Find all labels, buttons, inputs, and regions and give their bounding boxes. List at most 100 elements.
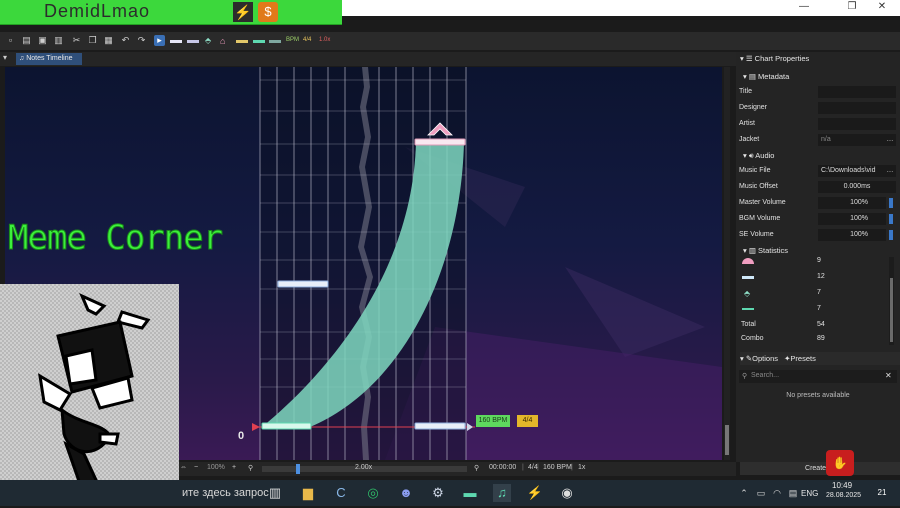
clear-search-icon[interactable]: ✕ xyxy=(885,371,892,380)
tap-note[interactable] xyxy=(277,280,329,288)
meter-tool[interactable]: 4/4 xyxy=(303,37,311,43)
hold-note-icon: ⬘ xyxy=(744,289,751,298)
designer-field[interactable] xyxy=(818,102,896,114)
metadata-label: Metadata xyxy=(758,72,790,81)
tap-note[interactable] xyxy=(414,422,466,430)
jacket-field[interactable]: n/a xyxy=(818,134,885,146)
maximize-button[interactable]: ❐ xyxy=(838,0,866,14)
hold-count: 7 xyxy=(817,289,821,296)
task-view-icon[interactable]: ▥ xyxy=(266,484,284,502)
notification-center[interactable]: 21 xyxy=(873,484,891,502)
file-explorer-icon[interactable]: ▆ xyxy=(299,484,317,502)
music-offset-field[interactable]: 0.000ms xyxy=(818,181,896,193)
time-readout: 00:00:00 xyxy=(489,464,517,471)
slide-count: 7 xyxy=(817,305,821,312)
bgm-volume-field[interactable]: 100% xyxy=(818,213,886,225)
zoom-out-icon[interactable]: − xyxy=(194,464,198,471)
lightning-app-icon[interactable]: ⚡ xyxy=(526,484,544,502)
close-button[interactable]: ✕ xyxy=(868,0,896,14)
se-volume-slider[interactable] xyxy=(889,230,893,240)
tap-note-tool[interactable] xyxy=(170,40,182,43)
flick-note-tool-icon[interactable]: ⌂ xyxy=(220,36,225,46)
metadata-header[interactable]: ▾ ▤ Metadata xyxy=(743,70,789,83)
meter-change-badge[interactable]: 4/4 xyxy=(517,415,538,427)
open-icon[interactable]: ▤ xyxy=(21,35,32,46)
lightning-logo-icon: ⚡ xyxy=(233,2,253,22)
mouse-app-tray-icon[interactable]: ✋ xyxy=(826,450,854,476)
steam-icon[interactable]: ⚙ xyxy=(429,484,447,502)
bgm-volume-slider[interactable] xyxy=(889,214,893,224)
se-volume-field[interactable]: 100% xyxy=(818,229,886,241)
magnifier-icon[interactable]: ⚲ xyxy=(474,464,479,472)
critical-tap-tool[interactable] xyxy=(187,40,199,43)
flick-tool-icon[interactable]: ⬘ xyxy=(205,36,211,45)
opera-icon[interactable]: ◎ xyxy=(364,484,382,502)
preset-search-input[interactable]: ⚲ Search... ✕ xyxy=(739,370,897,383)
meme-image xyxy=(0,284,179,506)
no-presets-message: No presets available xyxy=(786,392,850,399)
master-volume-slider[interactable] xyxy=(889,198,893,208)
chart-properties-header: ▾ ☰ Chart Properties xyxy=(740,52,900,65)
tab-notes-timeline[interactable]: ♫ Notes Timeline xyxy=(16,53,82,65)
undo-icon[interactable]: ↶ xyxy=(120,35,131,46)
tray-chevron-icon[interactable]: ⌃ xyxy=(735,484,753,502)
discord-icon[interactable]: ☻ xyxy=(397,484,415,502)
hold-note-tool[interactable] xyxy=(253,40,265,43)
panel-menu-icon[interactable]: ▾ xyxy=(3,53,7,62)
clock-time[interactable]: 10:49 xyxy=(832,481,852,490)
timeline-scrollbar[interactable] xyxy=(724,67,730,460)
music-offset-label: Music Offset xyxy=(739,183,778,190)
code-editor-icon[interactable]: C xyxy=(332,484,350,502)
yellow-note-tool[interactable] xyxy=(236,40,248,43)
bpm-tool[interactable]: BPM xyxy=(286,37,299,43)
tab-label: Notes Timeline xyxy=(26,55,73,62)
hold-start-note[interactable] xyxy=(261,422,312,430)
separator: | xyxy=(522,464,524,471)
bpm-change-badge[interactable]: 160 BPM xyxy=(476,415,510,427)
master-volume-field[interactable]: 100% xyxy=(818,197,886,209)
paste-icon[interactable]: ▦ xyxy=(103,35,114,46)
clock-date[interactable]: 28.08.2025 xyxy=(826,492,861,499)
tab-options[interactable]: ✎Options xyxy=(746,354,778,363)
zoom-in-icon[interactable]: + xyxy=(232,464,236,471)
browse-music-button[interactable]: … xyxy=(884,165,896,177)
total-label: Total xyxy=(741,321,756,328)
browse-jacket-button[interactable]: … xyxy=(884,134,896,146)
title-field[interactable] xyxy=(818,86,896,98)
network-icon[interactable]: ▤ xyxy=(784,484,802,502)
separator: | xyxy=(571,464,573,471)
speed-slider-thumb[interactable] xyxy=(296,464,300,474)
slide-note-tool[interactable] xyxy=(269,40,281,43)
hold-end-flick-note[interactable] xyxy=(414,138,466,146)
options-presets-header: ▾ ✎Options ✦Presets xyxy=(740,352,900,365)
search-zoom-icon[interactable]: ⚲ xyxy=(248,464,253,472)
designer-label: Designer xyxy=(739,104,768,111)
music-file-field[interactable]: C:\Downloads\vid xyxy=(818,165,885,177)
playback-rate[interactable]: 1x xyxy=(578,464,585,471)
new-file-icon[interactable]: ▫ xyxy=(5,35,16,46)
audio-header[interactable]: ▾ 🔊︎ Audio xyxy=(743,149,774,162)
scroll-arrow-icon[interactable]: ⇔ xyxy=(180,464,187,471)
obs-icon[interactable]: ◉ xyxy=(558,484,576,502)
redo-icon[interactable]: ↷ xyxy=(136,35,147,46)
save-as-icon[interactable]: ▥ xyxy=(53,35,64,46)
search-icon: ⚲ xyxy=(742,373,748,380)
taskbar-search[interactable]: ите здесь запрос xyxy=(182,487,269,499)
statistics-scrollbar-thumb[interactable] xyxy=(890,278,893,342)
speed-tool[interactable]: 1.0x xyxy=(319,37,330,43)
cut-icon[interactable]: ✂ xyxy=(71,35,82,46)
create-preset-button[interactable]: Create Pr xyxy=(740,462,900,475)
copy-icon[interactable]: ❐ xyxy=(87,35,98,46)
chart-editor-icon[interactable]: ♫ xyxy=(493,484,511,502)
title-label: Title xyxy=(739,88,752,95)
language-indicator[interactable]: ENG xyxy=(801,489,818,498)
artist-field[interactable] xyxy=(818,118,896,130)
tap-note-icon xyxy=(742,276,754,279)
timeline-scrollbar-thumb[interactable] xyxy=(725,425,729,455)
statistics-header[interactable]: ▾ ▥ Statistics xyxy=(743,244,788,257)
save-icon[interactable]: ▣ xyxy=(37,35,48,46)
minimize-button[interactable]: — xyxy=(790,0,818,14)
tab-presets[interactable]: ✦Presets xyxy=(784,354,816,363)
terminal-icon[interactable]: ▬ xyxy=(461,484,479,502)
select-tool-button[interactable]: ▸ xyxy=(154,35,165,46)
